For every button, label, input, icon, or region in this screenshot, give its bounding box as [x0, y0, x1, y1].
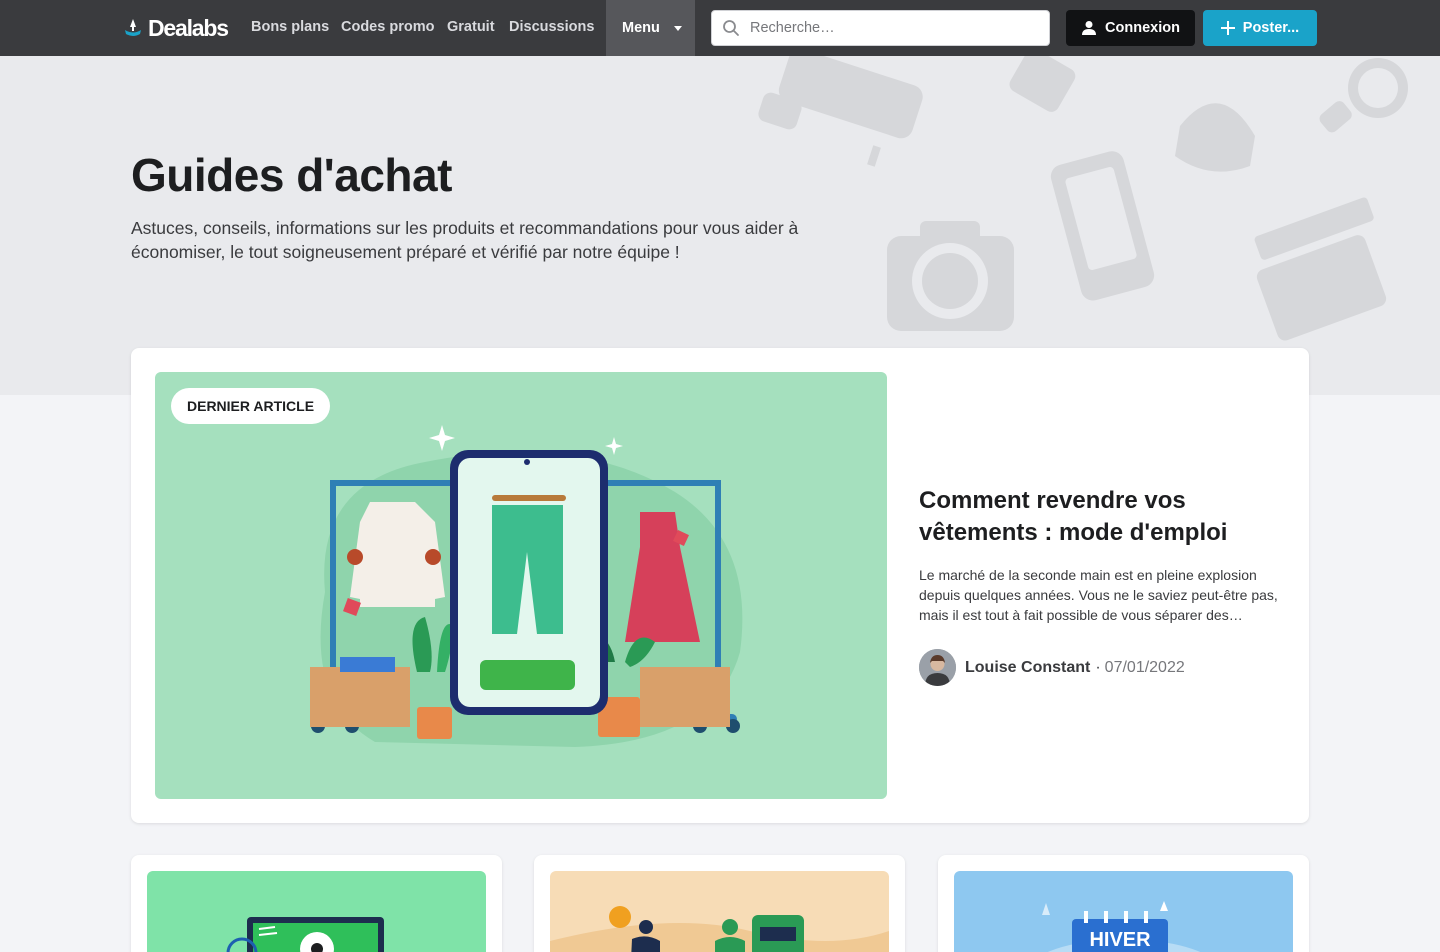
chevron-down-icon — [673, 25, 682, 31]
search-input[interactable] — [750, 20, 1030, 36]
plus-icon — [1220, 21, 1235, 35]
separator: · — [1095, 658, 1101, 676]
clothing-resale-illustration — [310, 425, 743, 747]
winter-sale-illustration: HIVER — [1042, 901, 1200, 952]
fuel-station-illustration — [550, 906, 889, 952]
hero-section: Guides d'achat Astuces, conseils, inform… — [0, 56, 1440, 395]
latest-article-badge: DERNIER ARTICLE — [171, 388, 331, 424]
page-description: Astuces, conseils, informations sur les … — [131, 218, 799, 262]
nav-gratuit[interactable]: Gratuit — [447, 19, 495, 35]
nav-discussions[interactable]: Discussions — [509, 19, 594, 35]
article-date: 07/01/2022 — [1104, 658, 1185, 676]
nav-bons-plans[interactable]: Bons plans — [251, 19, 329, 35]
menu-button[interactable]: Menu — [606, 0, 695, 56]
login-label: Connexion — [1105, 20, 1180, 36]
card-image-label: HIVER — [1089, 929, 1151, 951]
featured-article-excerpt: Le marché de la seconde main est en plei… — [919, 567, 1278, 623]
nav-codes-promo[interactable]: Codes promo — [341, 19, 434, 35]
article-card-image[interactable] — [147, 871, 486, 952]
featured-article-image[interactable]: DERNIER ARTICLE — [155, 372, 887, 799]
avatar[interactable] — [919, 649, 956, 686]
user-icon — [1082, 21, 1097, 35]
author-avatar-icon — [919, 649, 956, 686]
logo-text: Dealabs — [148, 14, 229, 41]
menu-label: Menu — [622, 20, 660, 36]
author-name[interactable]: Louise Constant — [965, 659, 1090, 677]
dealabs-logo[interactable]: Dealabs — [122, 13, 229, 43]
search-icon — [723, 20, 739, 36]
sports-illustration — [226, 917, 384, 952]
article-author: Louise Constant · 07/01/2022 — [919, 649, 1185, 686]
logo-icon — [125, 19, 141, 36]
article-card-1[interactable] — [131, 855, 502, 952]
search-box[interactable] — [711, 10, 1050, 46]
article-card-2[interactable] — [534, 855, 905, 952]
page-title: Guides d'achat — [131, 149, 452, 201]
post-label: Poster... — [1242, 20, 1300, 36]
login-button[interactable]: Connexion — [1066, 10, 1195, 46]
featured-article-card[interactable]: DERNIER ARTICLE Comment revendre vos vêt… — [131, 348, 1309, 823]
featured-article-title[interactable]: Comment revendre vos vêtements : mode d'… — [919, 485, 1279, 549]
article-card-image[interactable] — [550, 871, 889, 952]
article-card-3[interactable]: HIVER — [938, 855, 1309, 952]
top-navigation-bar: Dealabs Bons plans Codes promo Gratuit D… — [0, 0, 1440, 56]
post-button[interactable]: Poster... — [1203, 10, 1317, 46]
article-card-image[interactable]: HIVER — [954, 871, 1293, 952]
